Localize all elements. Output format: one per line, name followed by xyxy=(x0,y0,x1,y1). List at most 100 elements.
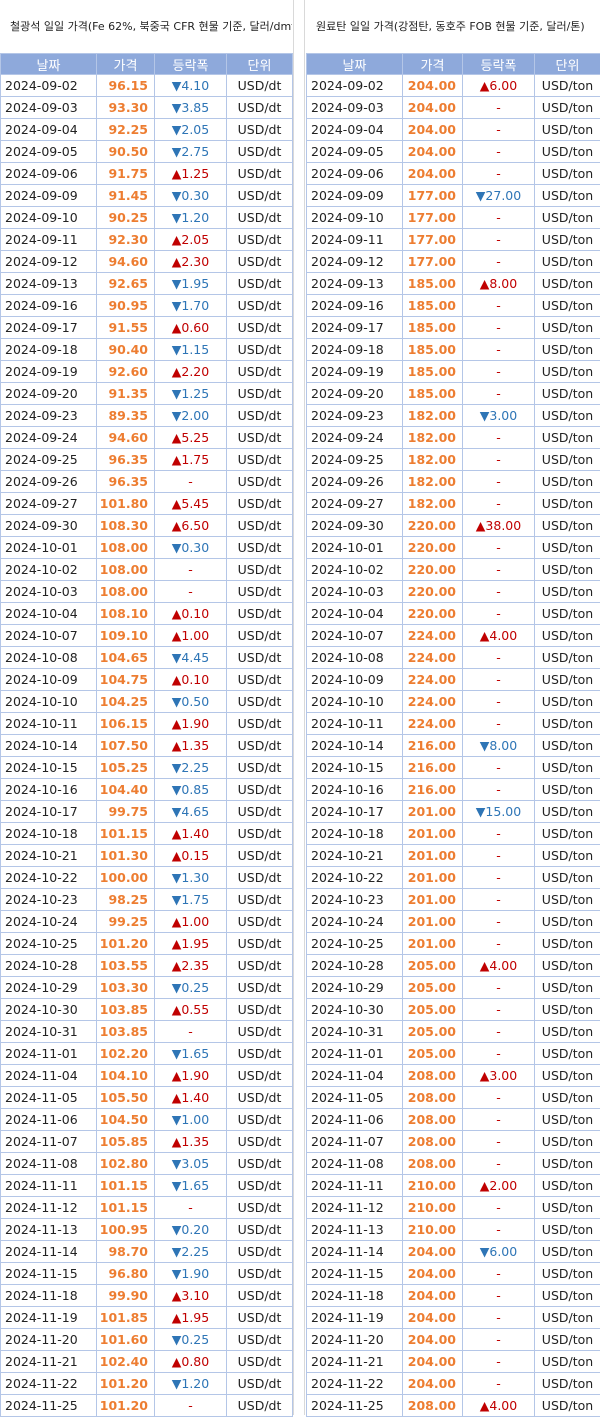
cell-change: - xyxy=(463,999,535,1021)
iron-ore-table: 날짜 가격 등락폭 단위 2024-09-0296.15▼4.10USD/dt2… xyxy=(0,53,293,1417)
cell-unit: USD/ton xyxy=(535,1197,600,1219)
cell-unit: USD/dt xyxy=(227,977,293,999)
cell-change: - xyxy=(463,427,535,449)
cell-change: - xyxy=(463,383,535,405)
cell-change: - xyxy=(463,1021,535,1043)
header-date: 날짜 xyxy=(307,54,403,75)
cell-date: 2024-09-16 xyxy=(1,295,97,317)
cell-change: ▼2.75 xyxy=(155,141,227,163)
cell-change: ▲2.30 xyxy=(155,251,227,273)
cell-change: - xyxy=(463,317,535,339)
table-row: 2024-10-02108.00-USD/dt xyxy=(1,559,293,581)
cell-date: 2024-09-10 xyxy=(307,207,403,229)
table-row: 2024-09-09177.00▼27.00USD/ton xyxy=(307,185,600,207)
cell-unit: USD/ton xyxy=(535,845,600,867)
cell-unit: USD/dt xyxy=(227,1263,293,1285)
cell-date: 2024-09-12 xyxy=(1,251,97,273)
cell-change: ▲1.90 xyxy=(155,713,227,735)
cell-date: 2024-11-06 xyxy=(307,1109,403,1131)
cell-date: 2024-10-18 xyxy=(1,823,97,845)
cell-price: 185.00 xyxy=(403,383,463,405)
cell-price: 102.20 xyxy=(97,1043,155,1065)
cell-price: 208.00 xyxy=(403,1065,463,1087)
cell-unit: USD/dt xyxy=(227,713,293,735)
cell-unit: USD/ton xyxy=(535,1351,600,1373)
cell-price: 205.00 xyxy=(403,999,463,1021)
cell-price: 182.00 xyxy=(403,427,463,449)
cell-unit: USD/ton xyxy=(535,229,600,251)
cell-unit: USD/dt xyxy=(227,933,293,955)
cell-change: - xyxy=(463,867,535,889)
header-change: 등락폭 xyxy=(463,54,535,75)
cell-price: 102.80 xyxy=(97,1153,155,1175)
cell-date: 2024-11-07 xyxy=(1,1131,97,1153)
table-row: 2024-10-09104.75▲0.10USD/dt xyxy=(1,669,293,691)
cell-unit: USD/ton xyxy=(535,185,600,207)
cell-price: 108.00 xyxy=(97,581,155,603)
cell-price: 182.00 xyxy=(403,449,463,471)
table-row: 2024-11-21204.00-USD/ton xyxy=(307,1351,600,1373)
cell-change: ▲4.00 xyxy=(463,1395,535,1417)
cell-unit: USD/ton xyxy=(535,735,600,757)
cell-unit: USD/ton xyxy=(535,559,600,581)
cell-date: 2024-11-19 xyxy=(307,1307,403,1329)
cell-unit: USD/ton xyxy=(535,427,600,449)
cell-change: ▲1.90 xyxy=(155,1065,227,1087)
table-row: 2024-09-24182.00-USD/ton xyxy=(307,427,600,449)
cell-price: 204.00 xyxy=(403,75,463,97)
cell-change: - xyxy=(463,229,535,251)
cell-unit: USD/ton xyxy=(535,603,600,625)
cell-date: 2024-10-10 xyxy=(1,691,97,713)
cell-price: 201.00 xyxy=(403,933,463,955)
cell-date: 2024-11-14 xyxy=(307,1241,403,1263)
table-row: 2024-09-03204.00-USD/ton xyxy=(307,97,600,119)
cell-date: 2024-11-19 xyxy=(1,1307,97,1329)
table-row: 2024-09-1992.60▲2.20USD/dt xyxy=(1,361,293,383)
cell-change: ▲1.35 xyxy=(155,1131,227,1153)
cell-unit: USD/ton xyxy=(535,955,600,977)
table-row: 2024-09-16185.00-USD/ton xyxy=(307,295,600,317)
cell-price: 210.00 xyxy=(403,1197,463,1219)
table-row: 2024-10-31205.00-USD/ton xyxy=(307,1021,600,1043)
coking-coal-table-body: 2024-09-02204.00▲6.00USD/ton2024-09-0320… xyxy=(307,75,600,1417)
cell-unit: USD/dt xyxy=(227,735,293,757)
table-row: 2024-09-10177.00-USD/ton xyxy=(307,207,600,229)
table-row: 2024-10-08104.65▼4.45USD/dt xyxy=(1,647,293,669)
table-row: 2024-09-1192.30▲2.05USD/dt xyxy=(1,229,293,251)
cell-unit: USD/ton xyxy=(535,1263,600,1285)
cell-change: - xyxy=(463,251,535,273)
cell-change: ▲2.00 xyxy=(463,1175,535,1197)
cell-unit: USD/dt xyxy=(227,1131,293,1153)
cell-date: 2024-10-23 xyxy=(307,889,403,911)
cell-date: 2024-10-31 xyxy=(307,1021,403,1043)
cell-date: 2024-11-12 xyxy=(1,1197,97,1219)
cell-date: 2024-11-11 xyxy=(307,1175,403,1197)
cell-change: - xyxy=(463,97,535,119)
cell-date: 2024-09-20 xyxy=(307,383,403,405)
cell-price: 182.00 xyxy=(403,471,463,493)
cell-unit: USD/dt xyxy=(227,75,293,97)
cell-unit: USD/ton xyxy=(535,515,600,537)
cell-price: 92.65 xyxy=(97,273,155,295)
cell-change: - xyxy=(463,141,535,163)
table-row: 2024-10-15216.00-USD/ton xyxy=(307,757,600,779)
header-price: 가격 xyxy=(97,54,155,75)
cell-unit: USD/ton xyxy=(535,867,600,889)
cell-date: 2024-10-03 xyxy=(307,581,403,603)
cell-change: - xyxy=(463,933,535,955)
cell-price: 101.15 xyxy=(97,823,155,845)
table-row: 2024-10-29103.30▼0.25USD/dt xyxy=(1,977,293,999)
cell-date: 2024-10-04 xyxy=(307,603,403,625)
cell-date: 2024-10-17 xyxy=(1,801,97,823)
cell-change: - xyxy=(463,1109,535,1131)
cell-unit: USD/ton xyxy=(535,449,600,471)
cell-price: 106.15 xyxy=(97,713,155,735)
cell-unit: USD/ton xyxy=(535,163,600,185)
table-row: 2024-11-01102.20▼1.65USD/dt xyxy=(1,1043,293,1065)
cell-change: ▼1.20 xyxy=(155,1373,227,1395)
table-row: 2024-09-2389.35▼2.00USD/dt xyxy=(1,405,293,427)
cell-price: 204.00 xyxy=(403,1241,463,1263)
table-row: 2024-11-1498.70▼2.25USD/dt xyxy=(1,1241,293,1263)
cell-unit: USD/dt xyxy=(227,273,293,295)
cell-date: 2024-09-13 xyxy=(1,273,97,295)
